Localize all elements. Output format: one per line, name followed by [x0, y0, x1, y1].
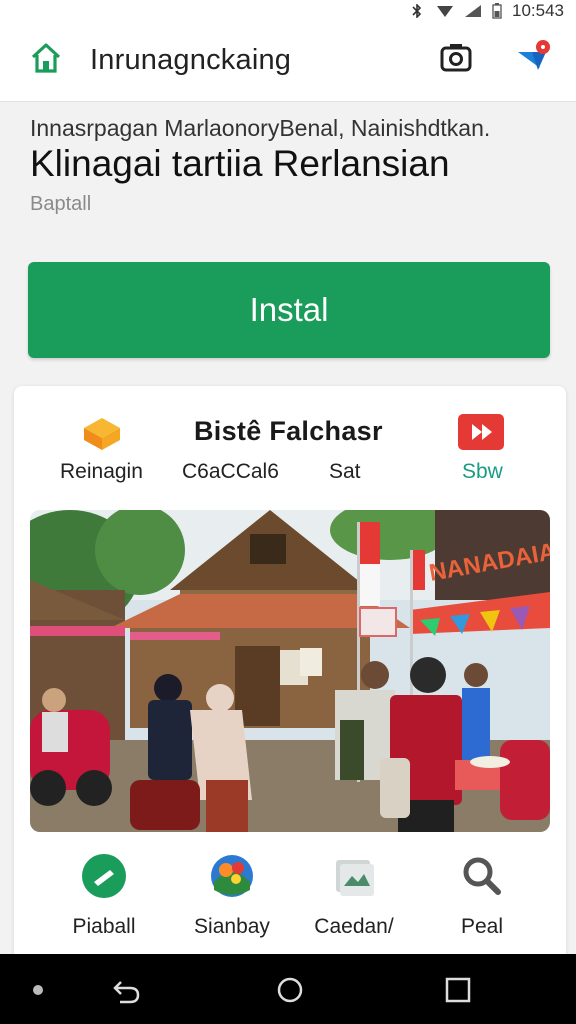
- app-title: Inrunagnckaing: [90, 44, 292, 76]
- pencil-circle-icon: [82, 854, 126, 898]
- status-time: 10:543: [512, 1, 564, 20]
- brand-title: Bistê Falchasr: [194, 416, 383, 446]
- bluetooth-icon: [412, 4, 422, 18]
- app-header: Innasrpagan MarlaonoryBenal, Nainishdtka…: [0, 103, 576, 248]
- colorful-palette-icon: [211, 855, 253, 897]
- category-label: Peal: [460, 915, 504, 938]
- package-icon[interactable]: [80, 414, 124, 454]
- category-label: Caedan/: [314, 915, 394, 938]
- top-item-label-3[interactable]: Sat: [329, 460, 361, 484]
- back-icon[interactable]: [110, 974, 142, 1006]
- top-item-label-2[interactable]: C6aCCal6: [182, 460, 279, 484]
- status-bar: 10:543: [0, 0, 576, 22]
- system-nav-bar: [0, 954, 576, 1024]
- recents-square-icon[interactable]: [442, 974, 474, 1006]
- category-label: Piaball: [72, 915, 136, 938]
- feature-card: Bistê Falchasr Reinagin C6aCCal6 Sat Sbw…: [14, 386, 566, 976]
- image-icon: [336, 860, 374, 896]
- search-icon: [463, 857, 501, 895]
- village-scene-image: NANADAIA: [30, 510, 550, 832]
- wifi-icon: [437, 6, 453, 17]
- signal-icon: [465, 5, 481, 17]
- app-bar: Inrunagnckaing: [0, 22, 576, 102]
- install-button[interactable]: Instal: [28, 262, 550, 358]
- video-play-icon[interactable]: [458, 414, 504, 450]
- app-headline: Klinagai tartiia Rerlansian: [30, 143, 450, 184]
- battery-icon: [492, 3, 502, 19]
- top-item-label-4[interactable]: Sbw: [462, 460, 503, 484]
- dot-icon[interactable]: [22, 974, 54, 1006]
- top-item-label-1[interactable]: Reinagin: [60, 460, 143, 484]
- home-icon[interactable]: [28, 40, 64, 76]
- notification-icon[interactable]: [512, 38, 554, 80]
- developer-name[interactable]: Baptall: [30, 193, 91, 216]
- category-label: Sianbay: [194, 915, 270, 938]
- camera-icon[interactable]: [438, 40, 474, 76]
- home-circle-icon[interactable]: [274, 974, 306, 1006]
- app-subtitle: Innasrpagan MarlaonoryBenal, Nainishdtka…: [30, 115, 491, 141]
